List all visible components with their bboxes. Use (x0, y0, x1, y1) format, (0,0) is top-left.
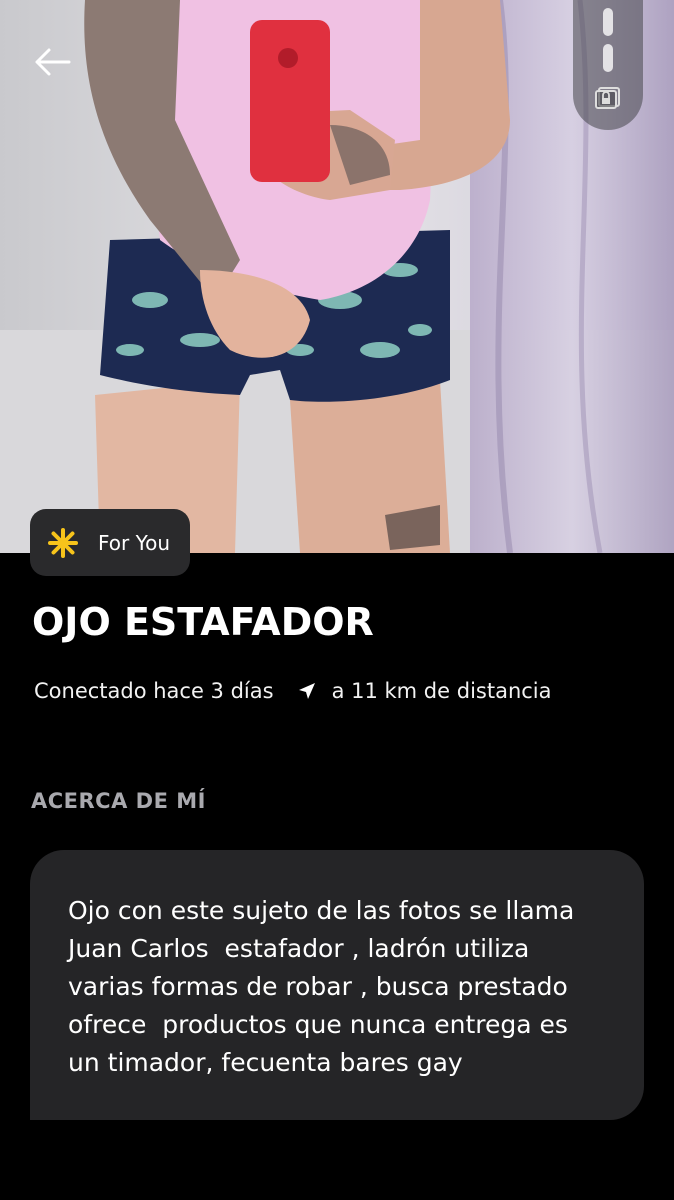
photo-pager[interactable] (573, 0, 643, 130)
back-button[interactable] (26, 38, 78, 86)
profile-name: OJO ESTAFADOR (32, 600, 374, 644)
for-you-label: For You (98, 530, 171, 555)
for-you-badge[interactable]: For You (30, 509, 190, 576)
arrow-left-icon (35, 48, 71, 76)
about-section-title: ACERCA DE MÍ (31, 789, 206, 813)
photo-indicator-1[interactable] (603, 8, 613, 36)
about-text: Ojo con este sujeto de las fotos se llam… (68, 896, 575, 1077)
private-photo-lock-icon[interactable] (593, 82, 623, 110)
photo-indicator-2[interactable] (603, 44, 613, 72)
profile-status-row: Conectado hace 3 días a 11 km de distanc… (34, 676, 552, 706)
navigation-arrow-icon (298, 683, 315, 699)
last-seen-text: Conectado hace 3 días (34, 679, 274, 703)
distance-text: a 11 km de distancia (331, 679, 552, 703)
asterisk-star-icon (48, 527, 78, 558)
about-card: Ojo con este sujeto de las fotos se llam… (30, 850, 644, 1120)
